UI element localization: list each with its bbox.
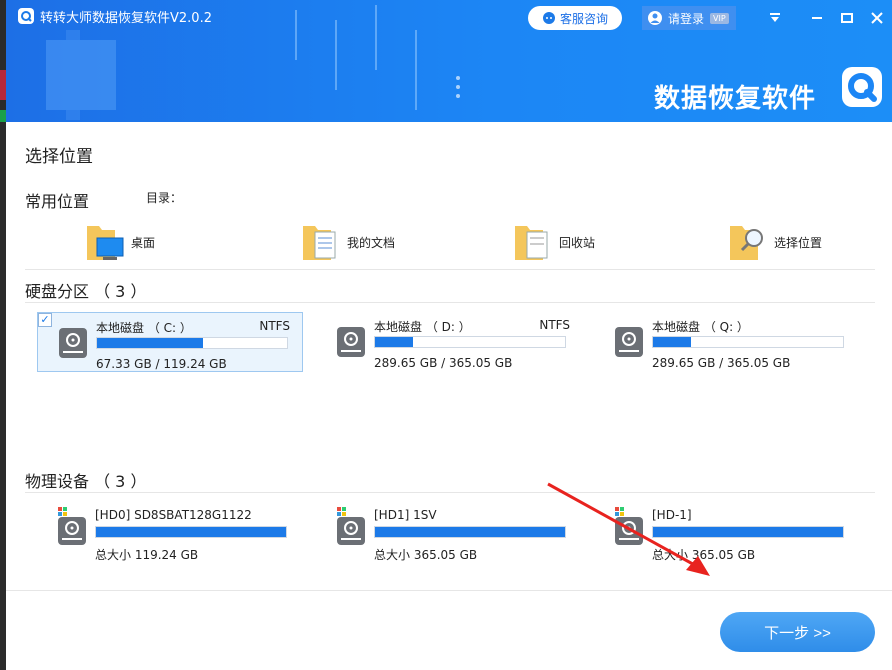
capacity-bar bbox=[374, 526, 566, 538]
hard-disk-icon bbox=[337, 327, 365, 357]
partition-card-c[interactable]: ✓ 本地磁盘 （ C: ） NTFS 67.33 GB / 119.24 GB bbox=[37, 312, 303, 372]
app-header: 转转大师数据恢复软件V2.0.2 客服咨询 请登录 VIP 数据恢复软件 bbox=[6, 0, 892, 122]
partition-filesystem: NTFS bbox=[539, 318, 570, 332]
directory-label: 目录： bbox=[146, 191, 183, 205]
minimize-button[interactable] bbox=[806, 8, 828, 28]
page-title: 选择位置 bbox=[25, 147, 93, 167]
usage-bar bbox=[652, 336, 844, 348]
partition-size: 67.33 GB / 119.24 GB bbox=[96, 357, 227, 371]
usage-bar-fill bbox=[653, 337, 691, 347]
device-name: [HD0] SD8SBAT128G1122 bbox=[95, 508, 252, 522]
desktop-folder-icon bbox=[87, 226, 124, 260]
maximize-button[interactable] bbox=[836, 8, 858, 28]
common-item-choose-location[interactable]: 选择位置 bbox=[728, 220, 822, 264]
partition-size: 289.65 GB / 365.05 GB bbox=[652, 356, 791, 370]
common-item-desktop[interactable]: 桌面 bbox=[85, 220, 155, 264]
common-section-title: 常用位置 bbox=[25, 192, 90, 211]
close-button[interactable] bbox=[866, 8, 888, 28]
menu-down-icon bbox=[770, 13, 780, 22]
common-item-documents[interactable]: 我的文档 bbox=[301, 220, 395, 264]
app-logo-icon bbox=[18, 8, 34, 24]
footer-divider bbox=[6, 590, 892, 591]
divider bbox=[25, 302, 875, 303]
physical-disk-icon bbox=[58, 507, 86, 545]
hard-disk-icon bbox=[59, 328, 87, 358]
login-label: 请登录 bbox=[668, 11, 705, 26]
device-size: 总大小 119.24 GB bbox=[95, 548, 199, 562]
divider bbox=[25, 269, 875, 270]
devices-section-title: 物理设备 （ 3 ） bbox=[25, 472, 147, 491]
divider bbox=[25, 492, 875, 493]
partition-card-q[interactable]: 本地磁盘 （ Q: ） 289.65 GB / 365.05 GB bbox=[594, 312, 860, 372]
common-item-label: 我的文档 bbox=[347, 235, 396, 250]
usage-bar-fill bbox=[97, 338, 204, 348]
device-name: [HD1] 1SV bbox=[374, 508, 437, 522]
partition-size: 289.65 GB / 365.05 GB bbox=[374, 356, 513, 370]
partition-name: 本地磁盘 （ Q: ） bbox=[652, 320, 749, 334]
hard-disk-icon bbox=[615, 327, 643, 357]
usage-bar-fill bbox=[375, 337, 413, 347]
app-title: 转转大师数据恢复软件V2.0.2 bbox=[40, 11, 212, 26]
capacity-bar bbox=[95, 526, 287, 538]
maximize-icon bbox=[841, 13, 853, 23]
minimize-icon bbox=[812, 17, 822, 19]
login-button[interactable]: 请登录 VIP bbox=[642, 6, 736, 30]
close-icon bbox=[871, 12, 883, 24]
user-icon bbox=[648, 11, 662, 25]
vip-badge: VIP bbox=[710, 12, 729, 24]
partition-name: 本地磁盘 （ D: ） bbox=[374, 320, 471, 334]
partition-filesystem: NTFS bbox=[259, 319, 290, 333]
common-item-recycle-bin[interactable]: 回收站 bbox=[513, 220, 595, 264]
common-item-label: 选择位置 bbox=[774, 235, 823, 250]
partition-card-d[interactable]: 本地磁盘 （ D: ） NTFS 289.65 GB / 365.05 GB bbox=[316, 312, 582, 372]
device-size: 总大小 365.05 GB bbox=[374, 548, 478, 562]
search-folder-icon bbox=[730, 226, 763, 260]
physical-disk-icon bbox=[337, 507, 365, 545]
partition-name: 本地磁盘 （ C: ） bbox=[96, 321, 192, 335]
partitions-section-title: 硬盘分区 （ 3 ） bbox=[25, 282, 147, 301]
device-card-hd0[interactable]: [HD0] SD8SBAT128G1122 总大小 119.24 GB bbox=[37, 502, 303, 562]
common-item-label: 桌面 bbox=[131, 235, 156, 250]
usage-bar bbox=[96, 337, 288, 349]
brand-logo-icon bbox=[842, 67, 882, 107]
annotation-arrow-icon bbox=[547, 482, 710, 576]
brand-text: 数据恢复软件 bbox=[654, 84, 817, 114]
capacity-bar-fill bbox=[96, 527, 286, 537]
next-step-button[interactable]: 下一步 >> bbox=[720, 612, 875, 652]
menu-button[interactable] bbox=[764, 8, 786, 28]
selected-check-icon: ✓ bbox=[38, 313, 52, 327]
customer-service-button[interactable]: 客服咨询 bbox=[528, 6, 622, 30]
recycle-folder-icon bbox=[515, 226, 548, 260]
customer-service-label: 客服咨询 bbox=[559, 11, 608, 26]
capacity-bar-fill bbox=[375, 527, 565, 537]
chat-icon bbox=[542, 12, 555, 24]
documents-folder-icon bbox=[303, 226, 336, 260]
common-item-label: 回收站 bbox=[559, 235, 596, 250]
usage-bar bbox=[374, 336, 566, 348]
